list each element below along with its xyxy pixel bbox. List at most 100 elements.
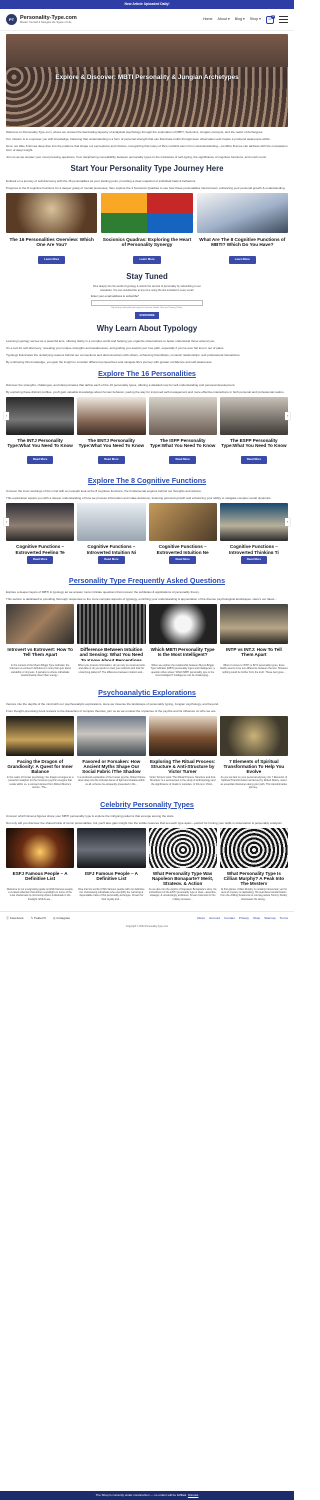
- logo-icon: PT: [6, 14, 17, 25]
- post-title[interactable]: ESFJ Famous People – A Definitive List: [6, 871, 74, 885]
- read-more-button[interactable]: Read More: [26, 556, 54, 565]
- menu-icon[interactable]: [279, 16, 288, 23]
- facebook-link[interactable]: ⓕ Facebook: [6, 916, 24, 920]
- nav-about[interactable]: About ▾: [218, 17, 230, 22]
- nav-home[interactable]: Home: [203, 17, 213, 22]
- card-title[interactable]: The INTJ Personality Type:What You Need …: [6, 438, 74, 454]
- card-title[interactable]: What Are The 8 Cognitive Functions of MB…: [197, 237, 288, 252]
- read-more-button[interactable]: Read More: [98, 455, 125, 464]
- card-title[interactable]: The ISFP Personality Type:What You Need …: [149, 438, 217, 454]
- cart-icon[interactable]: ⊡ 0: [266, 14, 275, 24]
- footer-link-shop[interactable]: Shop: [253, 916, 260, 920]
- card-image[interactable]: [6, 192, 98, 233]
- site-footer: ⓕ Facebook 𝕏 Twitter/X ◎ Instagram About…: [0, 910, 294, 928]
- card-title[interactable]: Cognitive Functions – Introverted Thinki…: [220, 544, 288, 554]
- celebrity-title[interactable]: Celebrity Personality Types: [6, 800, 288, 810]
- instagram-link[interactable]: ◎ Instagram: [53, 916, 70, 920]
- functions-title[interactable]: Explore The 8 Cognitive Functions: [6, 476, 288, 486]
- post-image[interactable]: [6, 715, 75, 756]
- post-image[interactable]: [6, 827, 75, 868]
- footer-link-terms[interactable]: Terms: [280, 916, 288, 920]
- read-more-button[interactable]: Read More: [169, 556, 196, 565]
- post-title[interactable]: INTP vs INTJ: How To Tell Them Apart: [220, 647, 288, 661]
- newsletter-note: By clicking subscribe you agree to recei…: [111, 306, 183, 309]
- post-image[interactable]: [219, 827, 288, 868]
- post-excerpt: Welcome to our evergrowing guide on ESFJ…: [6, 887, 74, 901]
- twitter-link[interactable]: 𝕏 Twitter/X: [31, 916, 46, 920]
- card-image[interactable]: [6, 503, 75, 542]
- read-more-button[interactable]: Read More: [169, 455, 196, 464]
- post-image[interactable]: [148, 604, 217, 645]
- function-card: Cognitive Functions – Extroverted Intuit…: [148, 503, 217, 565]
- why-text: Typology illuminates the underlying reas…: [6, 352, 241, 357]
- post-title[interactable]: 7 Elements of Spiritual Transformation T…: [220, 759, 288, 773]
- dismiss-link[interactable]: Dismiss: [188, 1493, 199, 1497]
- nav-shop[interactable]: Shop ▾: [250, 17, 261, 22]
- personalities-title[interactable]: Explore The 16 Personalities: [6, 369, 288, 379]
- post-image[interactable]: [148, 715, 217, 756]
- post-card: Difference Between Intuition and Sensing…: [77, 604, 146, 678]
- carousel-next-icon[interactable]: ›: [285, 411, 290, 420]
- carousel-next-icon[interactable]: ›: [285, 518, 290, 527]
- post-title[interactable]: Which MBTI Personality Type Is the Most …: [149, 647, 217, 661]
- post-card: INTP vs INTJ: How To Tell Them Apart Whe…: [219, 604, 288, 678]
- card-image[interactable]: [148, 503, 217, 542]
- post-title[interactable]: Facing the Dragon of Grandiosity: A Ques…: [6, 759, 74, 773]
- nav-blog[interactable]: Blog ▾: [235, 17, 245, 22]
- card-title[interactable]: Cognitive Functions – Extroverted Intuit…: [149, 544, 217, 554]
- footer-link-sitemap[interactable]: Sitemap: [264, 916, 275, 920]
- footer-link-account[interactable]: Account: [209, 916, 220, 920]
- card-title[interactable]: The ENTJ Personality Type:What You Need …: [77, 438, 145, 454]
- carousel-prev-icon[interactable]: ‹: [4, 411, 9, 420]
- post-image[interactable]: [77, 827, 146, 868]
- post-image[interactable]: [77, 604, 146, 645]
- card-title[interactable]: Cognitive Functions – Introverted Intuit…: [77, 544, 145, 554]
- subscribe-button[interactable]: SUBSCRIBE: [135, 311, 159, 320]
- site-logo[interactable]: PT Personality-Type.com Master Yourself …: [6, 14, 77, 25]
- post-image[interactable]: [77, 715, 146, 756]
- psychoanalytic-posts: Facing the Dragon of Grandiosity: A Ques…: [6, 715, 288, 790]
- email-field[interactable]: [91, 299, 203, 306]
- post-image[interactable]: [148, 827, 217, 868]
- post-title[interactable]: Exploring The Ritual Process: Structure …: [149, 759, 217, 773]
- psychoanalytic-title[interactable]: Psychoanalytic Explorations: [6, 688, 288, 698]
- read-more-button[interactable]: Read More: [98, 556, 125, 565]
- card-image[interactable]: [77, 396, 146, 435]
- footer-link-contact[interactable]: Contact: [224, 916, 235, 920]
- card-image[interactable]: [6, 396, 75, 435]
- learn-more-button[interactable]: Learn More: [133, 255, 161, 264]
- post-image[interactable]: [219, 715, 288, 756]
- learn-more-button[interactable]: Learn More: [228, 255, 256, 264]
- journey-text: Progress to the 8 cognitive functions fo…: [6, 185, 286, 190]
- card-title[interactable]: Cognitive Functions – Extroverted Feelin…: [6, 544, 74, 554]
- learn-more-button[interactable]: Learn More: [38, 255, 66, 264]
- post-title[interactable]: What Personality Type Is Cillian Murphy?…: [220, 871, 288, 885]
- card-image[interactable]: [219, 503, 288, 542]
- carousel-prev-icon[interactable]: ‹: [4, 518, 9, 527]
- card-title[interactable]: The ESFP Personality Type:What You Need …: [220, 438, 288, 454]
- post-title[interactable]: ISFJ Famous People – A Definitive List: [77, 871, 145, 885]
- card-title[interactable]: Socionics Quadras: Exploring the Heart o…: [101, 237, 192, 252]
- post-image[interactable]: [6, 604, 75, 645]
- card-image[interactable]: [148, 396, 217, 435]
- post-title[interactable]: Favored or Forsaken: How Ancient Myths S…: [77, 759, 145, 773]
- footer-link-privacy[interactable]: Privacy: [239, 916, 249, 920]
- read-more-button[interactable]: Read More: [26, 455, 54, 464]
- cart-count: 0: [271, 14, 275, 19]
- footer-link-about[interactable]: About: [197, 916, 205, 920]
- post-title[interactable]: What Personality Type Was Napoleon Bonap…: [149, 871, 217, 885]
- read-more-button[interactable]: Read More: [240, 455, 268, 464]
- faq-title[interactable]: Personality Type Frequently Asked Questi…: [6, 576, 288, 586]
- post-title[interactable]: Introvert vs Extrovert: How To Tell Them…: [6, 647, 74, 661]
- post-card: Which MBTI Personality Type Is the Most …: [148, 604, 217, 678]
- post-image[interactable]: [219, 604, 288, 645]
- post-excerpt: When it comes to INTP vs INTJ personalit…: [220, 664, 288, 674]
- card-image[interactable]: [219, 396, 288, 435]
- card-image[interactable]: [101, 192, 193, 233]
- post-title[interactable]: Difference Between Intuition and Sensing…: [77, 647, 145, 661]
- read-more-button[interactable]: Read More: [240, 556, 268, 565]
- card-image[interactable]: [77, 503, 146, 542]
- main-nav: Home About ▾ Blog ▾ Shop ▾ ⊡ 0: [203, 14, 288, 24]
- card-title[interactable]: The 16 Personalities Overview: Which One…: [6, 237, 97, 252]
- card-image[interactable]: [196, 192, 288, 233]
